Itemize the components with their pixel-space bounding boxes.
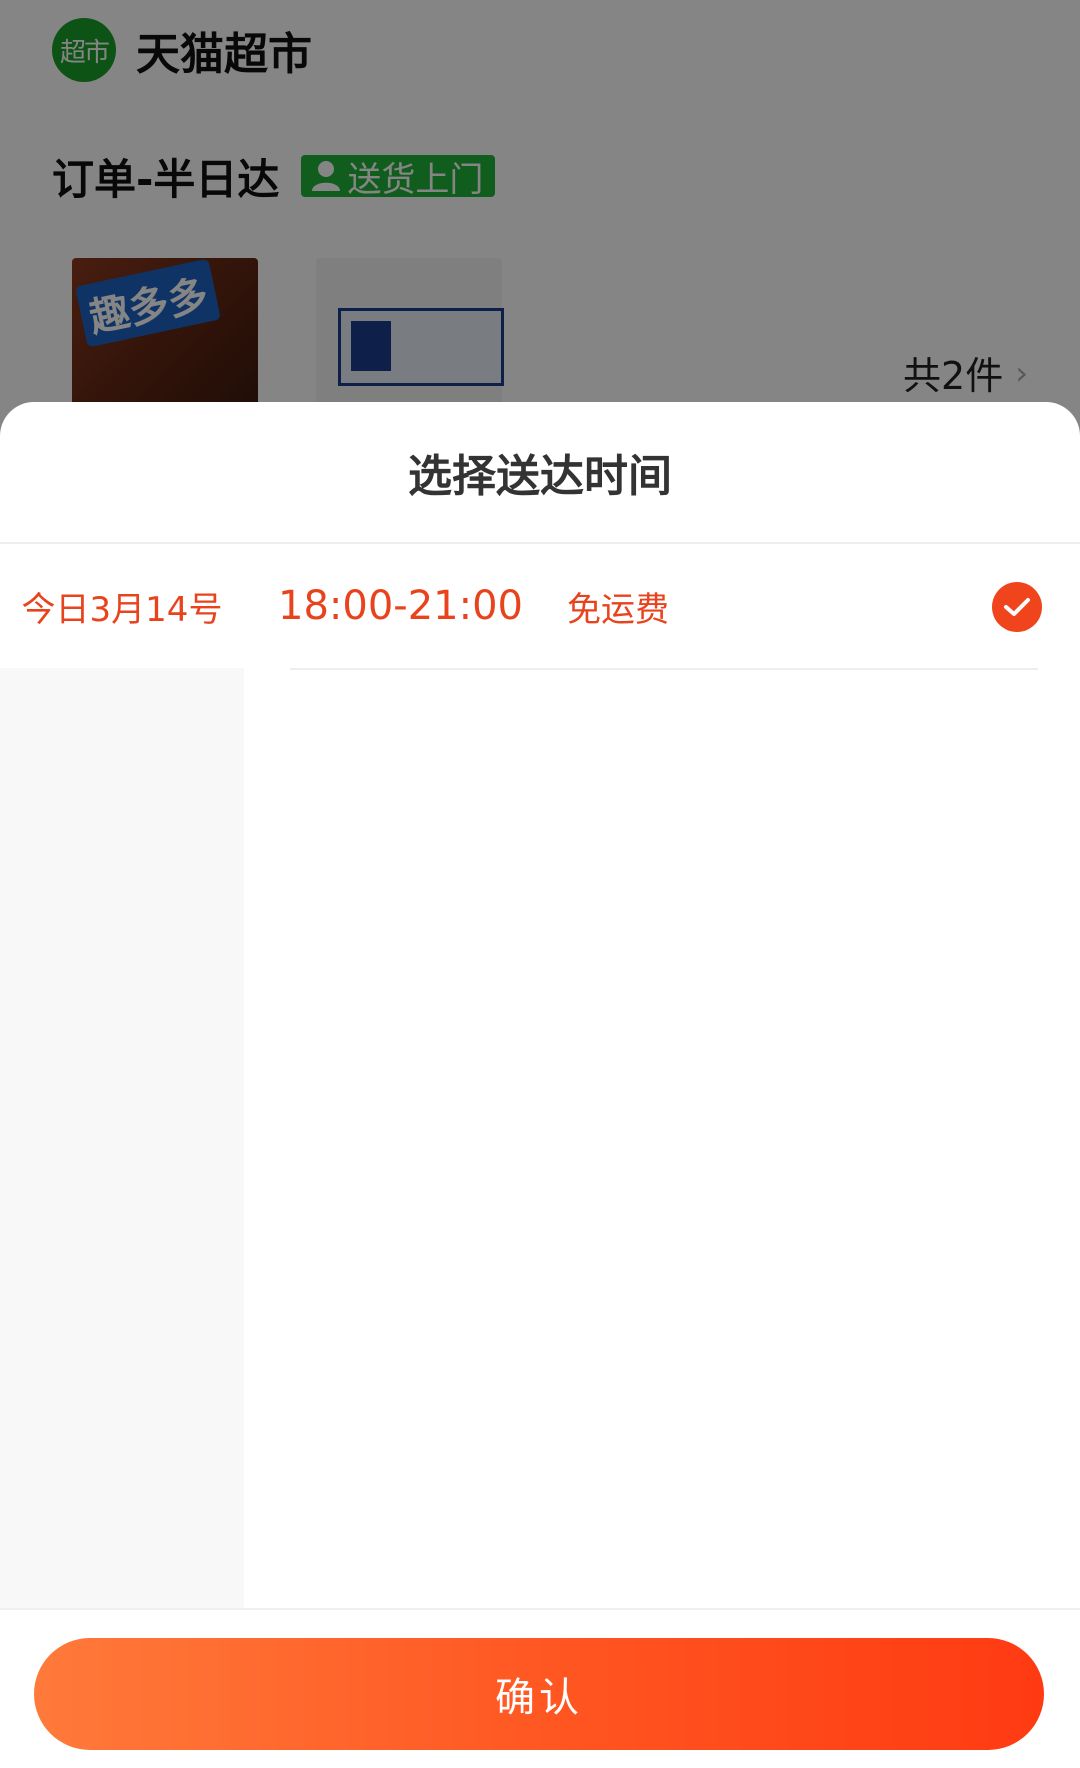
- delivery-time-sheet: 选择送达时间 今日3月14号 18:00-21:00 免运费 确认: [0, 402, 1080, 1768]
- time-slot-time: 18:00-21:00: [278, 583, 523, 629]
- check-icon: [1004, 598, 1030, 616]
- day-item-today[interactable]: 今日3月14号: [0, 544, 244, 668]
- sheet-title: 选择送达时间: [0, 402, 1080, 544]
- check-circle-icon: [992, 582, 1042, 632]
- day-item-label: 今日3月14号: [21, 589, 223, 630]
- sheet-footer: 确认: [0, 1608, 1080, 1768]
- confirm-button[interactable]: 确认: [34, 1638, 1044, 1750]
- time-slot-item[interactable]: 18:00-21:00 免运费: [244, 544, 1080, 668]
- slot-divider: [290, 668, 1038, 670]
- time-slot-fee: 免运费: [566, 589, 669, 630]
- day-list: 今日3月14号: [0, 544, 244, 1656]
